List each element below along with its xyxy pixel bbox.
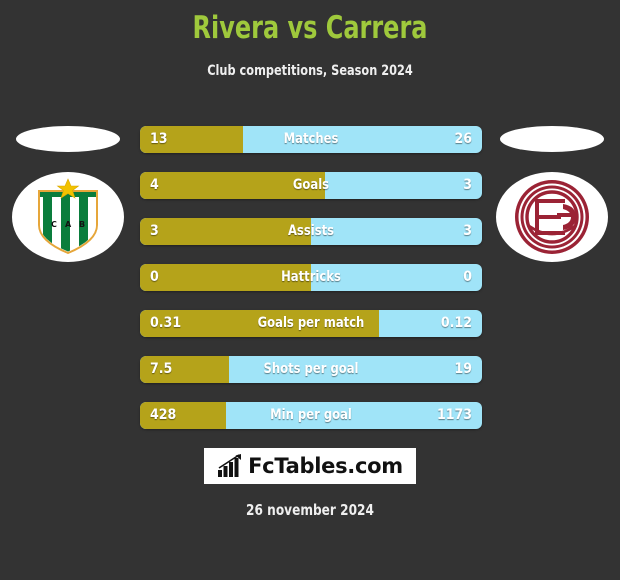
fctables-logo[interactable]: FcTables.com xyxy=(204,448,416,484)
stat-value-away: 0 xyxy=(463,269,472,285)
stat-label: Min per goal xyxy=(270,407,352,423)
stat-row-goals: 4 Goals 3 xyxy=(140,172,482,199)
stats-bar-list: 13 Matches 26 4 Goals 3 3 Assists 3 0 Ha… xyxy=(140,126,482,448)
stat-label: Goals per match xyxy=(257,315,365,331)
svg-text:C: C xyxy=(51,220,57,229)
bar-chart-arrow-icon xyxy=(218,454,242,477)
club-atletico-banfield-crest-icon: C A B xyxy=(38,178,98,255)
stat-label: Hattricks xyxy=(281,269,341,285)
stat-value-away: 3 xyxy=(463,223,472,239)
stat-comparison-card: Rivera vs Carrera Club competitions, Sea… xyxy=(0,0,620,580)
fctables-brand-text: FcTables.com xyxy=(248,454,403,478)
stat-label: Goals xyxy=(292,177,330,193)
stat-value-away: 1173 xyxy=(436,407,472,423)
stat-row-hattricks: 0 Hattricks 0 xyxy=(140,264,482,291)
stat-value-away: 3 xyxy=(463,177,472,193)
club-atletico-lanus-crest-icon xyxy=(515,180,589,254)
stat-row-goals-per-match: 0.31 Goals per match 0.12 xyxy=(140,310,482,337)
stat-row-assists: 3 Assists 3 xyxy=(140,218,482,245)
home-team-logo: C A B xyxy=(8,120,128,270)
home-team-crest-disc: C A B xyxy=(12,172,124,262)
svg-text:B: B xyxy=(79,220,85,229)
stat-value-away: 0.12 xyxy=(440,315,472,331)
page-title: Rivera vs Carrera xyxy=(192,10,428,46)
stat-label: Assists xyxy=(287,223,335,239)
svg-text:A: A xyxy=(65,220,72,229)
footer-date: 26 november 2024 xyxy=(246,501,374,519)
stat-value-away: 19 xyxy=(454,361,472,377)
stat-row-shots-per-goal: 7.5 Shots per goal 19 xyxy=(140,356,482,383)
stat-label: Shots per goal xyxy=(263,361,359,377)
stat-row-min-per-goal: 428 Min per goal 1173 xyxy=(140,402,482,429)
stat-row-matches: 13 Matches 26 xyxy=(140,126,482,153)
logo-highlight-ellipse xyxy=(16,126,120,152)
away-team-logo xyxy=(492,120,612,270)
stat-value-away: 26 xyxy=(454,131,472,147)
page-subtitle: Club competitions, Season 2024 xyxy=(207,63,413,79)
away-team-crest-disc xyxy=(496,172,608,262)
stat-label: Matches xyxy=(283,131,339,147)
logo-highlight-ellipse xyxy=(500,126,604,152)
